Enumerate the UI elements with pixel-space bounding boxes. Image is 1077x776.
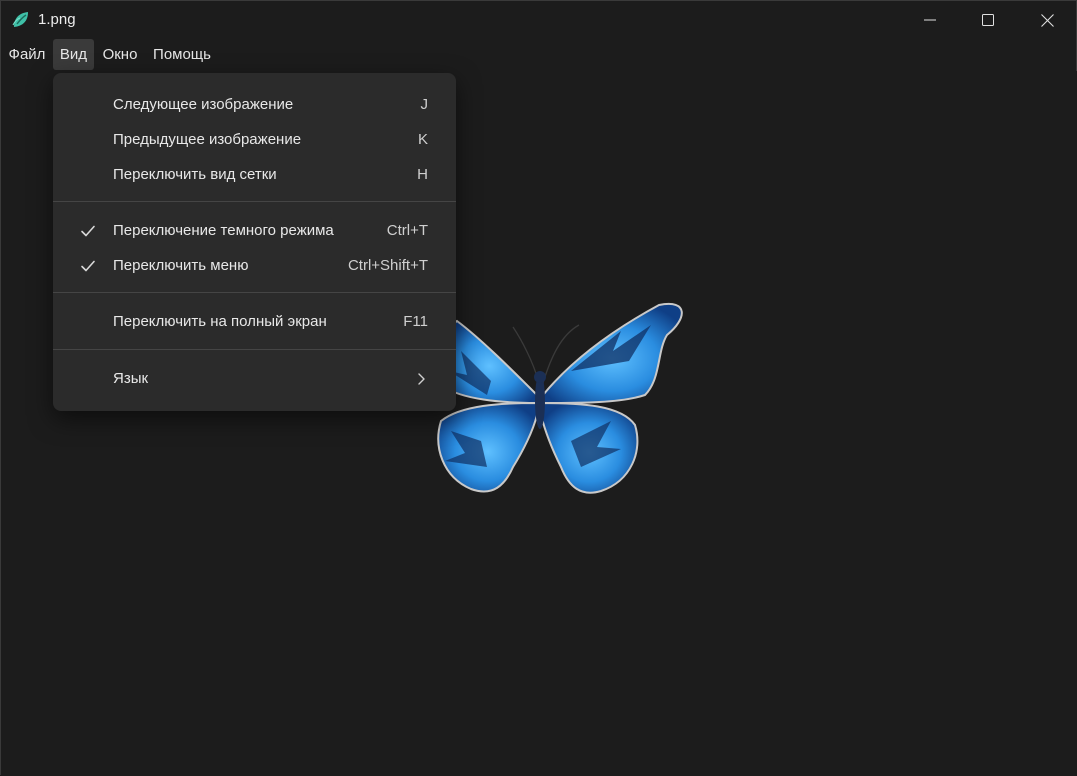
close-button[interactable] — [1018, 1, 1076, 39]
maximize-button[interactable] — [959, 1, 1017, 39]
menu-item-label: Переключение темного режима — [113, 222, 334, 239]
leaf-icon — [12, 12, 28, 27]
menu-item-language[interactable]: Язык — [53, 361, 456, 396]
menu-item-label: Переключить меню — [113, 257, 249, 274]
menu-item-toggle-fullscreen[interactable]: Переключить на полный экран F11 — [53, 304, 456, 339]
menu-window[interactable]: Окно — [98, 39, 142, 70]
butterfly-image — [437, 302, 683, 494]
menu-item-shortcut: J — [420, 96, 429, 113]
checkmark-icon — [81, 225, 95, 237]
menu-separator — [53, 349, 456, 350]
menu-item-toggle-dark-mode[interactable]: Переключение темного режима Ctrl+T — [53, 213, 456, 248]
menu-item-next-image[interactable]: Следующее изображение J — [53, 87, 456, 122]
menu-help[interactable]: Помощь — [148, 39, 216, 70]
menu-item-shortcut: Ctrl+T — [386, 222, 428, 239]
menu-item-label: Переключить вид сетки — [113, 166, 277, 183]
menu-separator — [53, 201, 456, 202]
chevron-right-icon — [418, 373, 425, 385]
menu-item-label: Следующее изображение — [113, 96, 294, 113]
menu-separator — [53, 292, 456, 293]
menu-item-label: Предыдущее изображение — [113, 131, 302, 148]
app-window: 1.png Файл Вид Окно Помощь Следующее изо… — [0, 0, 1077, 776]
close-icon — [1040, 13, 1054, 27]
view-menu-dropdown: Следующее изображение J Предыдущее изобр… — [53, 73, 456, 411]
menu-item-label: Переключить на полный экран — [113, 313, 327, 330]
minimize-button[interactable] — [901, 1, 959, 39]
menu-item-shortcut: Ctrl+Shift+T — [347, 257, 428, 274]
menu-bar: Файл Вид Окно Помощь — [1, 39, 1077, 71]
menu-item-shortcut: H — [417, 166, 428, 183]
menu-item-shortcut: K — [417, 131, 428, 148]
menu-file[interactable]: Файл — [5, 39, 49, 70]
window-title: 1.png — [38, 11, 76, 28]
checkmark-icon — [81, 260, 95, 272]
menu-item-previous-image[interactable]: Предыдущее изображение K — [53, 122, 456, 157]
menu-item-toggle-menu[interactable]: Переключить меню Ctrl+Shift+T — [53, 248, 456, 283]
maximize-icon — [982, 14, 994, 26]
menu-item-toggle-grid[interactable]: Переключить вид сетки H — [53, 157, 456, 192]
menu-item-shortcut: F11 — [403, 313, 428, 330]
menu-item-label: Язык — [113, 370, 149, 387]
title-bar[interactable]: 1.png — [1, 1, 1077, 39]
minimize-icon — [924, 19, 936, 21]
menu-view[interactable]: Вид — [53, 39, 94, 70]
